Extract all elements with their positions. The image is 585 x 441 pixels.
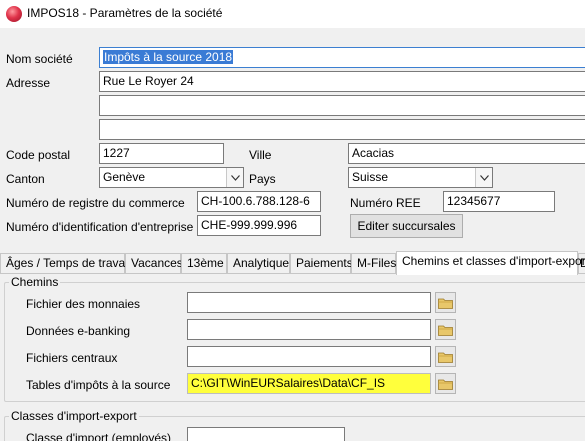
tab-13eme[interactable]: 13ème	[181, 253, 227, 274]
impots-path-input[interactable]: C:\GIT\WinEURSalaires\Data\CF_IS	[187, 373, 431, 394]
adresse-label: Adresse	[6, 76, 51, 90]
tab-paiements[interactable]: Paiements	[290, 253, 353, 274]
browse-impots-button[interactable]	[435, 373, 456, 394]
canton-select[interactable]: Genève	[99, 167, 244, 188]
app-icon	[6, 6, 22, 22]
adresse-line-1-input[interactable]: Rue Le Royer 24	[99, 71, 585, 92]
tab-analytique[interactable]: Analytique	[227, 253, 290, 274]
monnaies-label: Fichier des monnaies	[26, 297, 141, 311]
folder-icon	[438, 325, 453, 336]
monnaies-path-input[interactable]	[187, 292, 431, 313]
tab-chemins-classes[interactable]: Chemins et classes d'import-export	[396, 251, 585, 275]
code-postal-label: Code postal	[6, 148, 71, 162]
tab-m-files[interactable]: M-Files	[351, 253, 396, 274]
folder-icon	[438, 298, 453, 309]
registre-label: Numéro de registre du commerce	[6, 196, 185, 210]
ide-label: Numéro d'identification d'entreprise	[6, 220, 194, 234]
centraux-path-input[interactable]	[187, 346, 431, 367]
browse-ebanking-button[interactable]	[435, 319, 456, 340]
classes-group-title: Classes d'import-export	[9, 409, 139, 423]
canton-label: Canton	[6, 172, 45, 186]
chemins-group-title: Chemins	[9, 275, 61, 289]
employes-class-input[interactable]	[187, 427, 345, 441]
centraux-label: Fichiers centraux	[26, 351, 118, 365]
canton-value: Genève	[103, 170, 146, 184]
browse-monnaies-button[interactable]	[435, 292, 456, 313]
window-title: IMPOS18 - Paramètres de la société	[27, 6, 223, 20]
chevron-down-icon[interactable]	[475, 168, 492, 187]
ree-label: Numéro REE	[350, 196, 421, 210]
title-bar: IMPOS18 - Paramètres de la société	[0, 0, 585, 28]
ebanking-label: Données e-banking	[26, 324, 131, 338]
ville-input[interactable]: Acacias	[348, 143, 585, 164]
tab-ages-temps[interactable]: Âges / Temps de travail	[0, 253, 131, 274]
tab-vacances[interactable]: Vacances	[125, 253, 183, 274]
pays-value: Suisse	[352, 170, 389, 184]
folder-icon	[438, 352, 453, 363]
adresse-line-3-input[interactable]	[99, 119, 585, 140]
pays-select[interactable]: Suisse	[348, 167, 493, 188]
pays-label: Pays	[249, 172, 276, 186]
folder-icon	[438, 379, 453, 390]
employes-label: Classe d'import (employés)	[26, 431, 172, 441]
nom-label: Nom société	[6, 52, 73, 66]
impots-label: Tables d'impôts à la source	[26, 378, 171, 392]
chevron-down-icon[interactable]	[226, 168, 243, 187]
adresse-line-2-input[interactable]	[99, 95, 585, 116]
code-postal-input[interactable]: 1227	[99, 143, 224, 164]
tab-strip: Âges / Temps de travail Vacances 13ème A…	[0, 251, 585, 275]
edit-succursales-button[interactable]: Editer succursales	[350, 214, 463, 238]
ide-input[interactable]: CHE-999.999.996	[197, 215, 321, 236]
browse-centraux-button[interactable]	[435, 346, 456, 367]
registre-input[interactable]: CH-100.6.788.128-6	[197, 191, 321, 212]
ree-input[interactable]: 12345677	[443, 191, 555, 212]
ville-label: Ville	[249, 148, 272, 162]
nom-societe-input[interactable]: Impôts à la source 2018	[99, 47, 585, 68]
ebanking-path-input[interactable]	[187, 319, 431, 340]
